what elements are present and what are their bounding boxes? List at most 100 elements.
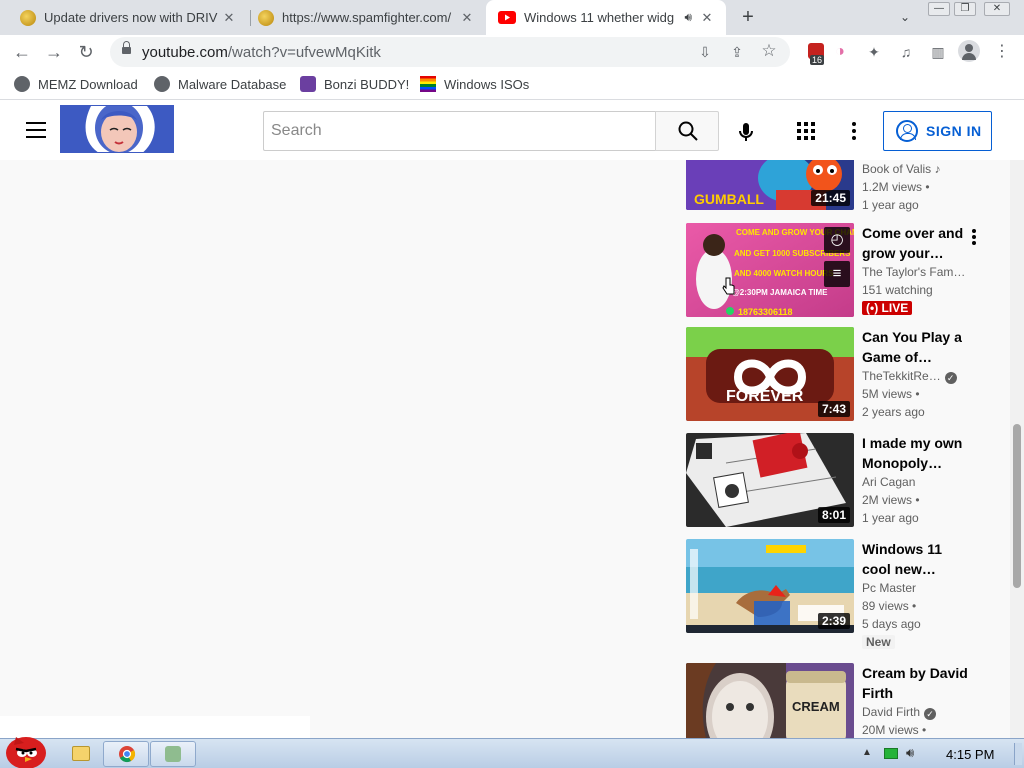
close-tab-icon[interactable]: ✕ <box>698 9 716 27</box>
video-thumbnail[interactable]: CREAM <box>686 663 854 738</box>
volume-tray-icon[interactable]: 🔊︎ <box>906 745 914 761</box>
account-circle-icon <box>896 120 918 142</box>
minimize-window-icon[interactable]: — <box>928 2 950 16</box>
live-badge: (•) LIVE <box>862 301 913 315</box>
coin-favicon-icon <box>20 9 36 26</box>
install-app-icon[interactable]: ⇩ <box>695 42 715 62</box>
microphone-icon[interactable] <box>734 120 758 144</box>
watch-page-content: GUMBALL 21:45 Book of Valis ♪ 1.2M views… <box>0 160 1010 738</box>
search-button[interactable] <box>655 111 719 151</box>
sign-in-label: SIGN IN <box>926 123 982 139</box>
related-video-item[interactable]: GUMBALL 21:45 Book of Valis ♪ 1.2M views… <box>686 160 1006 212</box>
tab-update-drivers[interactable]: Update drivers now with DRIV ✕ <box>8 0 248 35</box>
show-desktop-button[interactable] <box>1014 743 1022 765</box>
tray-expand-arrow-icon[interactable]: ▲ <box>862 747 872 758</box>
video-title[interactable]: Windows 11 cool new… <box>862 539 972 579</box>
extension-badge-count: 16 <box>810 55 825 65</box>
verified-check-icon: ✓ <box>924 708 937 720</box>
thumbnail-text: FOREVER <box>726 388 804 405</box>
channel-name[interactable]: Pc Master <box>862 579 972 597</box>
taskbar-app-button[interactable] <box>150 741 196 767</box>
extensions-puzzle-icon[interactable]: ✦ <box>864 42 884 62</box>
bookmark-label: Malware Database <box>178 76 287 92</box>
upload-age: 2 years ago <box>862 405 925 419</box>
share-icon[interactable]: ⇪ <box>727 42 747 62</box>
youtube-apps-grid-icon[interactable] <box>797 122 817 142</box>
channel-logo-image[interactable] <box>60 105 174 153</box>
video-thumbnail[interactable]: 8:01 <box>686 433 854 527</box>
related-video-item[interactable]: 8:01 I made my own Monopoly… Ari Cagan 2… <box>686 433 1006 533</box>
close-tab-icon[interactable]: ✕ <box>220 9 238 27</box>
video-title[interactable]: Can You Play a Game of… <box>862 327 972 367</box>
lock-icon <box>122 41 131 56</box>
close-tab-icon[interactable]: ✕ <box>458 9 476 27</box>
thumbnail-text: GUMBALL <box>694 191 764 207</box>
related-video-item[interactable]: CREAM Cream by David Firth David Firth ✓ … <box>686 663 1006 738</box>
search-input[interactable]: Search <box>263 111 656 151</box>
speaker-audio-icon[interactable]: 🔊︎ <box>684 10 692 25</box>
rainbow-flag-icon <box>420 76 436 92</box>
tab-search-chevron-icon[interactable]: ⌄ <box>896 8 914 26</box>
back-arrow-icon[interactable]: ← <box>10 40 34 64</box>
bookmark-memz[interactable]: MEMZ Download <box>14 76 138 92</box>
profile-avatar-icon[interactable] <box>958 40 980 62</box>
video-action-menu-icon[interactable] <box>972 229 976 245</box>
tab-title: Windows 11 whether widg <box>524 10 675 25</box>
bonzi-icon <box>300 76 316 92</box>
taskbar-clock[interactable]: 4:15 PM <box>946 747 994 762</box>
channel-name[interactable]: Book of Valis <box>862 162 931 176</box>
address-bar[interactable]: youtube.com/watch?v=ufvewMqKitk ⇩ ⇪ ☆ <box>110 37 790 67</box>
related-video-item[interactable]: FOREVER 7:43 Can You Play a Game of… The… <box>686 327 1006 427</box>
thumbnail-text: 18763306118 <box>738 307 793 317</box>
channel-name[interactable]: TheTekkitRe… <box>862 369 941 383</box>
bookmark-windows-isos[interactable]: Windows ISOs <box>420 76 529 92</box>
file-explorer-folder-icon[interactable] <box>72 746 90 761</box>
bookmark-label: MEMZ Download <box>38 76 138 92</box>
settings-more-icon[interactable] <box>852 122 856 140</box>
media-queue-icon[interactable]: ♫ <box>896 42 916 62</box>
start-button-angry-bird-icon[interactable] <box>2 731 50 768</box>
upload-age: 1 year ago <box>862 511 919 525</box>
taskbar-chrome-button[interactable] <box>103 741 149 767</box>
add-to-queue-icon[interactable]: ≡ <box>824 261 850 287</box>
extension-colorful-icon[interactable]: ◑ <box>830 42 850 62</box>
video-thumbnail[interactable]: FOREVER 7:43 <box>686 327 854 421</box>
guide-menu-icon[interactable] <box>26 122 46 138</box>
watch-later-clock-icon[interactable]: ◴ <box>824 227 850 253</box>
music-note-icon: ♪ <box>934 162 941 176</box>
related-video-item[interactable]: 2:39 Windows 11 cool new… Pc Master 89 v… <box>686 539 1006 663</box>
video-thumbnail[interactable]: COME AND GROW YOUR CHANNEL AND GET 1000 … <box>686 223 854 317</box>
sign-in-button[interactable]: SIGN IN <box>883 111 992 151</box>
tab-youtube-active[interactable]: Windows 11 whether widg 🔊︎ ✕ <box>486 0 726 35</box>
video-thumbnail[interactable]: 2:39 <box>686 539 854 633</box>
view-count: 5M views <box>862 387 913 401</box>
channel-name[interactable]: The Taylor's Fam… <box>862 263 972 281</box>
view-count: 1.2M views <box>862 180 923 194</box>
close-window-icon[interactable]: ✕ <box>984 2 1010 16</box>
video-title[interactable]: I made my own Monopoly… <box>862 433 972 473</box>
channel-name[interactable]: David Firth <box>862 705 920 719</box>
video-title[interactable]: Cream by David Firth <box>862 663 972 703</box>
channel-name[interactable]: Ari Cagan <box>862 473 972 491</box>
restore-window-icon[interactable]: ❐ <box>954 2 976 16</box>
forward-arrow-icon[interactable]: → <box>42 40 66 64</box>
scrollbar-thumb[interactable] <box>1013 424 1021 588</box>
url-text[interactable]: youtube.com/watch?v=ufvewMqKitk <box>142 44 381 61</box>
tab-strip: Update drivers now with DRIV ✕ https://w… <box>0 0 1024 35</box>
network-tray-icon[interactable] <box>884 748 898 759</box>
video-title[interactable]: Come over and grow your… <box>862 223 972 263</box>
side-panel-icon[interactable]: ▥ <box>928 42 948 62</box>
bookmarks-bar: MEMZ Download Malware Database Bonzi BUD… <box>0 69 1024 100</box>
view-count: 20M views <box>862 723 919 737</box>
new-tab-plus-icon[interactable]: + <box>736 6 760 30</box>
bookmark-star-icon[interactable]: ☆ <box>759 41 779 61</box>
bookmark-malware-database[interactable]: Malware Database <box>154 76 286 92</box>
video-thumbnail[interactable]: GUMBALL 21:45 <box>686 160 854 210</box>
reload-icon[interactable]: ↻ <box>74 40 98 64</box>
chrome-menu-icon[interactable]: ⋮ <box>992 42 1012 62</box>
bookmark-bonzi-buddy[interactable]: Bonzi BUDDY! <box>300 76 409 92</box>
related-video-item[interactable]: COME AND GROW YOUR CHANNEL AND GET 1000 … <box>686 223 1006 323</box>
view-count: 89 views <box>862 599 909 613</box>
view-count: 151 watching <box>862 283 933 297</box>
tab-spamfighter[interactable]: https://www.spamfighter.com/ ✕ <box>246 0 486 35</box>
